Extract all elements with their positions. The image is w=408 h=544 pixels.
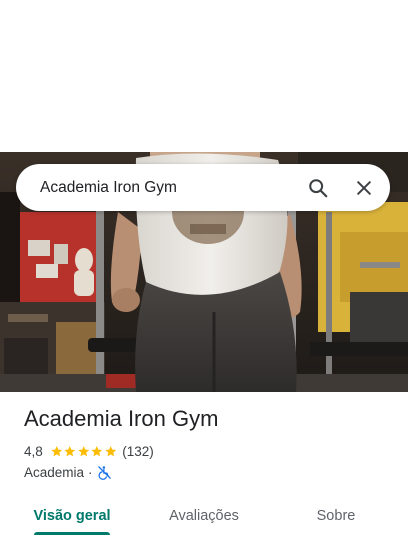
rating-row[interactable]: 4,8 (132) xyxy=(24,444,154,459)
search-bar[interactable]: Academia Iron Gym xyxy=(16,164,390,211)
no-wheelchair-access-icon[interactable] xyxy=(97,465,112,480)
place-title: Academia Iron Gym xyxy=(24,406,219,431)
star-icon xyxy=(91,446,103,457)
active-tab-indicator xyxy=(34,532,110,535)
tab-about[interactable]: Sobre xyxy=(286,492,386,540)
rating-value: 4,8 xyxy=(24,444,43,459)
review-count[interactable]: (132) xyxy=(122,444,154,459)
star-icon xyxy=(78,446,89,457)
search-icon xyxy=(309,178,328,197)
close-button[interactable] xyxy=(344,168,384,208)
star-icon xyxy=(64,446,76,457)
search-button[interactable] xyxy=(298,168,338,208)
category-row: Academia · xyxy=(24,465,112,480)
close-icon xyxy=(357,180,371,195)
tab-reviews[interactable]: Avaliações xyxy=(154,492,254,540)
star-icon xyxy=(105,446,116,457)
rating-stars xyxy=(50,445,118,458)
place-category: Academia xyxy=(24,465,85,480)
separator-dot: · xyxy=(88,465,93,480)
star-icon xyxy=(51,446,62,457)
place-page: Academia Iron Gym Academia Iron Gym 4,8 … xyxy=(0,0,408,544)
search-query-text[interactable]: Academia Iron Gym xyxy=(40,179,298,197)
